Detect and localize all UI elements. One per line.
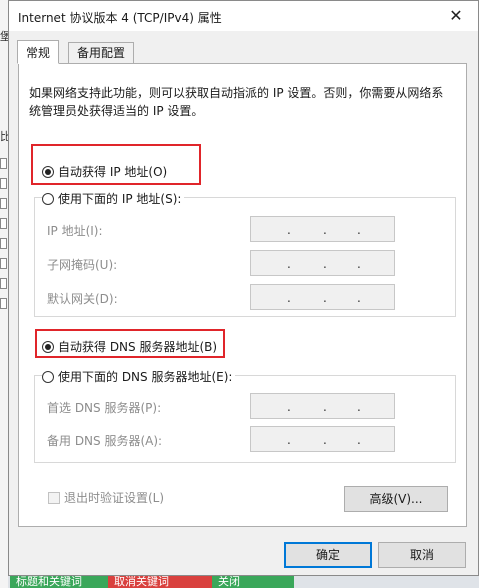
background-checkbox — [0, 158, 7, 169]
background-bottom-button: 标题和关键词 — [10, 576, 112, 588]
background-bottom-button: 取消关键词 — [108, 576, 216, 588]
preferred-dns-label: 首选 DNS 服务器(P): — [47, 401, 162, 415]
alternate-dns-input[interactable]: ... — [250, 426, 395, 452]
radio-selected-icon — [42, 340, 54, 353]
subnet-mask-input[interactable]: ... — [250, 250, 395, 276]
auto-ip-label: 自动获得 IP 地址(O) — [58, 165, 168, 179]
radio-unselected-icon — [42, 370, 54, 383]
auto-dns-radio[interactable]: 自动获得 DNS 服务器地址(B) — [42, 338, 221, 355]
validate-on-exit-checkbox[interactable]: 退出时验证设置(L) — [48, 489, 164, 506]
cancel-button[interactable]: 取消 — [378, 542, 466, 568]
close-icon[interactable]: ✕ — [434, 1, 478, 31]
tcpipv4-properties-dialog: Internet 协议版本 4 (TCP/IPv4) 属性 ✕ 常规 备用配置 … — [8, 0, 479, 576]
manual-ip-radio[interactable]: 使用下面的 IP 地址(S): — [42, 190, 185, 207]
background-bottom-button: 关闭 — [212, 576, 294, 588]
auto-dns-label: 自动获得 DNS 服务器地址(B) — [58, 340, 218, 354]
title-bar: Internet 协议版本 4 (TCP/IPv4) 属性 ✕ — [9, 1, 478, 31]
default-gateway-input[interactable]: ... — [250, 284, 395, 310]
background-checkbox — [0, 218, 7, 229]
radio-selected-icon — [42, 165, 54, 178]
ok-button[interactable]: 确定 — [284, 542, 372, 568]
checkbox-unchecked-icon — [48, 491, 60, 504]
background-checkbox — [0, 198, 7, 209]
manual-dns-label: 使用下面的 DNS 服务器地址(E): — [58, 370, 233, 384]
background-checkbox — [0, 258, 7, 269]
background-checkbox — [0, 238, 7, 249]
background-checkbox — [0, 278, 7, 289]
background-checkbox — [0, 178, 7, 189]
ip-address-label: IP 地址(I): — [47, 224, 103, 238]
advanced-button[interactable]: 高级(V)... — [344, 486, 448, 512]
manual-dns-radio[interactable]: 使用下面的 DNS 服务器地址(E): — [42, 368, 236, 385]
auto-ip-radio[interactable]: 自动获得 IP 地址(O) — [42, 163, 171, 180]
description-text: 如果网络支持此功能，则可以获取自动指派的 IP 设置。否则，你需要从网络系统管理… — [29, 86, 444, 118]
alternate-dns-label: 备用 DNS 服务器(A): — [47, 434, 163, 448]
radio-unselected-icon — [42, 192, 54, 205]
default-gateway-label: 默认网关(D): — [47, 292, 118, 306]
background-window-edge — [0, 0, 8, 588]
dialog-title: Internet 协议版本 4 (TCP/IPv4) 属性 — [18, 11, 222, 25]
background-checkbox — [0, 298, 7, 309]
validate-on-exit-label: 退出时验证设置(L) — [64, 491, 165, 505]
tab-general[interactable]: 常规 — [17, 40, 60, 64]
manual-ip-label: 使用下面的 IP 地址(S): — [58, 192, 182, 206]
subnet-mask-label: 子网掩码(U): — [47, 258, 118, 272]
ip-address-input[interactable]: ... — [250, 216, 395, 242]
tab-alternate-configuration[interactable]: 备用配置 — [68, 42, 135, 64]
preferred-dns-input[interactable]: ... — [250, 393, 395, 419]
